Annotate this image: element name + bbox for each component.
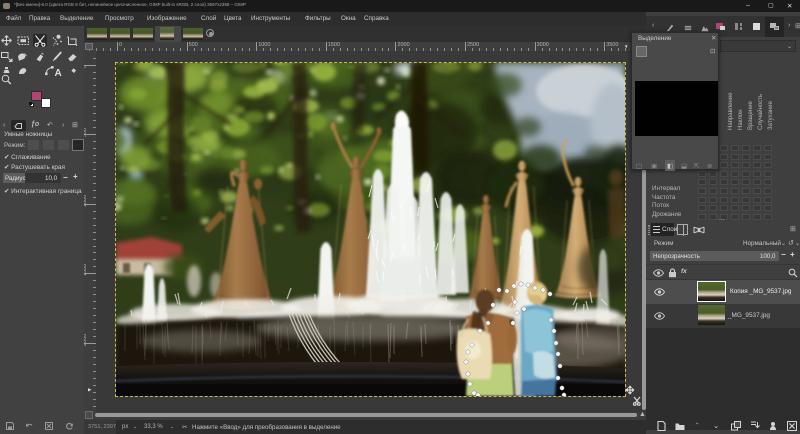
svg-text:A: A xyxy=(55,68,62,79)
